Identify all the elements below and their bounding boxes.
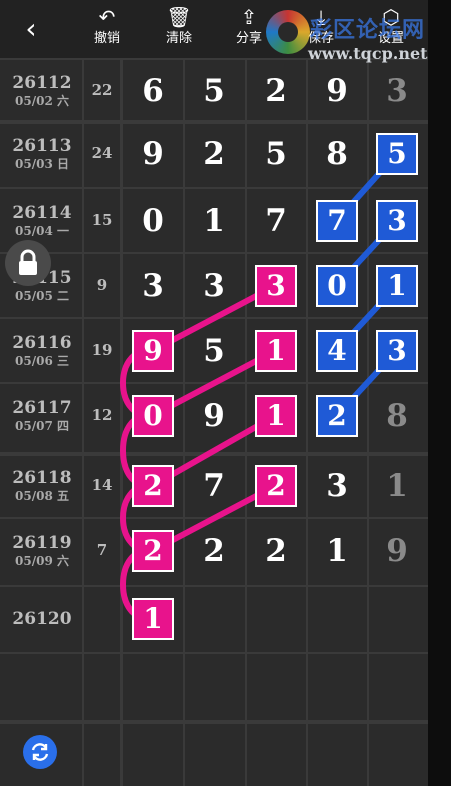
period-date: 05/09 六 (15, 553, 69, 568)
highlighted-digit[interactable]: 2 (132, 529, 174, 572)
digit-cell[interactable]: 9 (307, 71, 367, 111)
sum-cell: 19 (91, 340, 113, 359)
sum-cell: 22 (91, 80, 113, 99)
digit-cell[interactable]: 9 (184, 396, 244, 436)
digit-cell[interactable]: 3 (367, 71, 427, 111)
period-cell: 26119 05/09 六 (4, 533, 80, 569)
period-date: 05/05 二 (15, 288, 69, 303)
watermark-logo-icon (266, 10, 310, 54)
digit-cell[interactable]: 1 (184, 201, 244, 241)
period-date: 05/07 四 (15, 418, 69, 433)
period-date: 05/06 三 (15, 353, 69, 368)
lock-icon (19, 249, 37, 275)
watermark-url: www.tqcp.net (308, 44, 428, 63)
right-edge-strip (428, 0, 451, 786)
sum-cell: 24 (91, 143, 113, 162)
digit-cell[interactable]: 7 (246, 201, 306, 241)
highlighted-digit[interactable]: 3 (376, 199, 418, 242)
digit-cell[interactable]: 8 (307, 134, 367, 174)
highlighted-digit[interactable]: 3 (376, 329, 418, 372)
digit-cell[interactable]: 1 (307, 531, 367, 571)
period-number: 26114 (12, 202, 72, 223)
digit-cell[interactable]: 2 (246, 71, 306, 111)
undo-button[interactable]: ↶ 撤销 (80, 4, 134, 54)
period-cell: 26120 (4, 609, 80, 629)
period-cell: 26112 05/02 六 (4, 73, 80, 109)
period-date: 05/04 一 (15, 223, 69, 238)
period-date: 05/08 五 (15, 488, 69, 503)
period-date: 05/03 日 (15, 156, 69, 171)
watermark: 彩区论坛网 www.tqcp.net (260, 6, 440, 66)
watermark-name: 彩区论坛网 (310, 18, 426, 43)
digit-cell[interactable]: 5 (184, 71, 244, 111)
digit-cell[interactable]: 8 (367, 396, 427, 436)
chevron-left-icon: ‹ (25, 12, 37, 45)
highlighted-digit[interactable]: 1 (255, 394, 297, 437)
sum-cell: 14 (91, 475, 113, 494)
sum-cell: 12 (91, 405, 113, 424)
back-button[interactable]: ‹ (14, 12, 48, 46)
digit-cell[interactable]: 9 (367, 531, 427, 571)
period-number: 26120 (12, 608, 72, 629)
highlighted-digit[interactable]: 0 (316, 264, 358, 307)
digit-cell[interactable]: 2 (246, 531, 306, 571)
period-cell: 26118 05/08 五 (4, 468, 80, 504)
highlighted-digit[interactable]: 1 (255, 329, 297, 372)
sum-cell: 9 (96, 275, 108, 294)
highlighted-digit[interactable]: 5 (376, 132, 418, 175)
clear-label: 清除 (165, 31, 192, 46)
digit-cell[interactable]: 6 (123, 71, 183, 111)
digit-cell[interactable]: 3 (123, 266, 183, 306)
period-number: 26119 (12, 532, 72, 553)
highlighted-digit[interactable]: 2 (132, 464, 174, 507)
digit-cell[interactable]: 2 (184, 134, 244, 174)
period-number: 26113 (12, 135, 72, 156)
highlighted-digit[interactable]: 7 (316, 199, 358, 242)
digit-cell[interactable]: 7 (184, 466, 244, 506)
refresh-button[interactable] (23, 735, 57, 769)
sum-cell: 7 (96, 540, 108, 559)
digit-cell[interactable]: 0 (123, 201, 183, 241)
highlighted-digit[interactable]: 1 (132, 597, 174, 640)
trend-grid: 26112 05/02 六 22 6 5 2 9 3 26113 05/03 日 24 9 2 5 8 5 26… (0, 58, 428, 786)
period-date: 05/02 六 (15, 93, 69, 108)
highlighted-digit[interactable]: 4 (316, 329, 358, 372)
period-cell: 26117 05/07 四 (4, 398, 80, 434)
undo-label: 撤销 (93, 31, 120, 46)
highlighted-digit[interactable]: 2 (316, 394, 358, 437)
digit-cell[interactable]: 1 (367, 466, 427, 506)
digit-cell[interactable]: 2 (184, 531, 244, 571)
period-number: 26117 (12, 397, 72, 418)
highlighted-digit[interactable]: 1 (376, 264, 418, 307)
digit-cell[interactable]: 5 (184, 331, 244, 371)
clear-button[interactable]: 🗑 清除 (152, 4, 206, 54)
digit-cell[interactable]: 3 (184, 266, 244, 306)
digit-cell[interactable]: 5 (246, 134, 306, 174)
digit-cell[interactable]: 3 (307, 466, 367, 506)
highlighted-digit[interactable]: 3 (255, 264, 297, 307)
period-cell: 26116 05/06 三 (4, 333, 80, 369)
digit-cell[interactable]: 9 (123, 134, 183, 174)
highlighted-digit[interactable]: 0 (132, 394, 174, 437)
trash-icon: 🗑 (166, 5, 192, 29)
undo-icon: ↶ (98, 5, 116, 29)
highlighted-digit[interactable]: 9 (132, 329, 174, 372)
period-cell: 26114 05/04 一 (4, 203, 80, 239)
lock-button[interactable] (5, 240, 51, 286)
period-cell: 26113 05/03 日 (4, 136, 80, 172)
highlighted-digit[interactable]: 2 (255, 464, 297, 507)
period-number: 26118 (12, 467, 72, 488)
period-number: 26116 (12, 332, 72, 353)
period-number: 26112 (12, 72, 72, 93)
sum-cell: 15 (91, 210, 113, 229)
refresh-icon (31, 743, 49, 761)
